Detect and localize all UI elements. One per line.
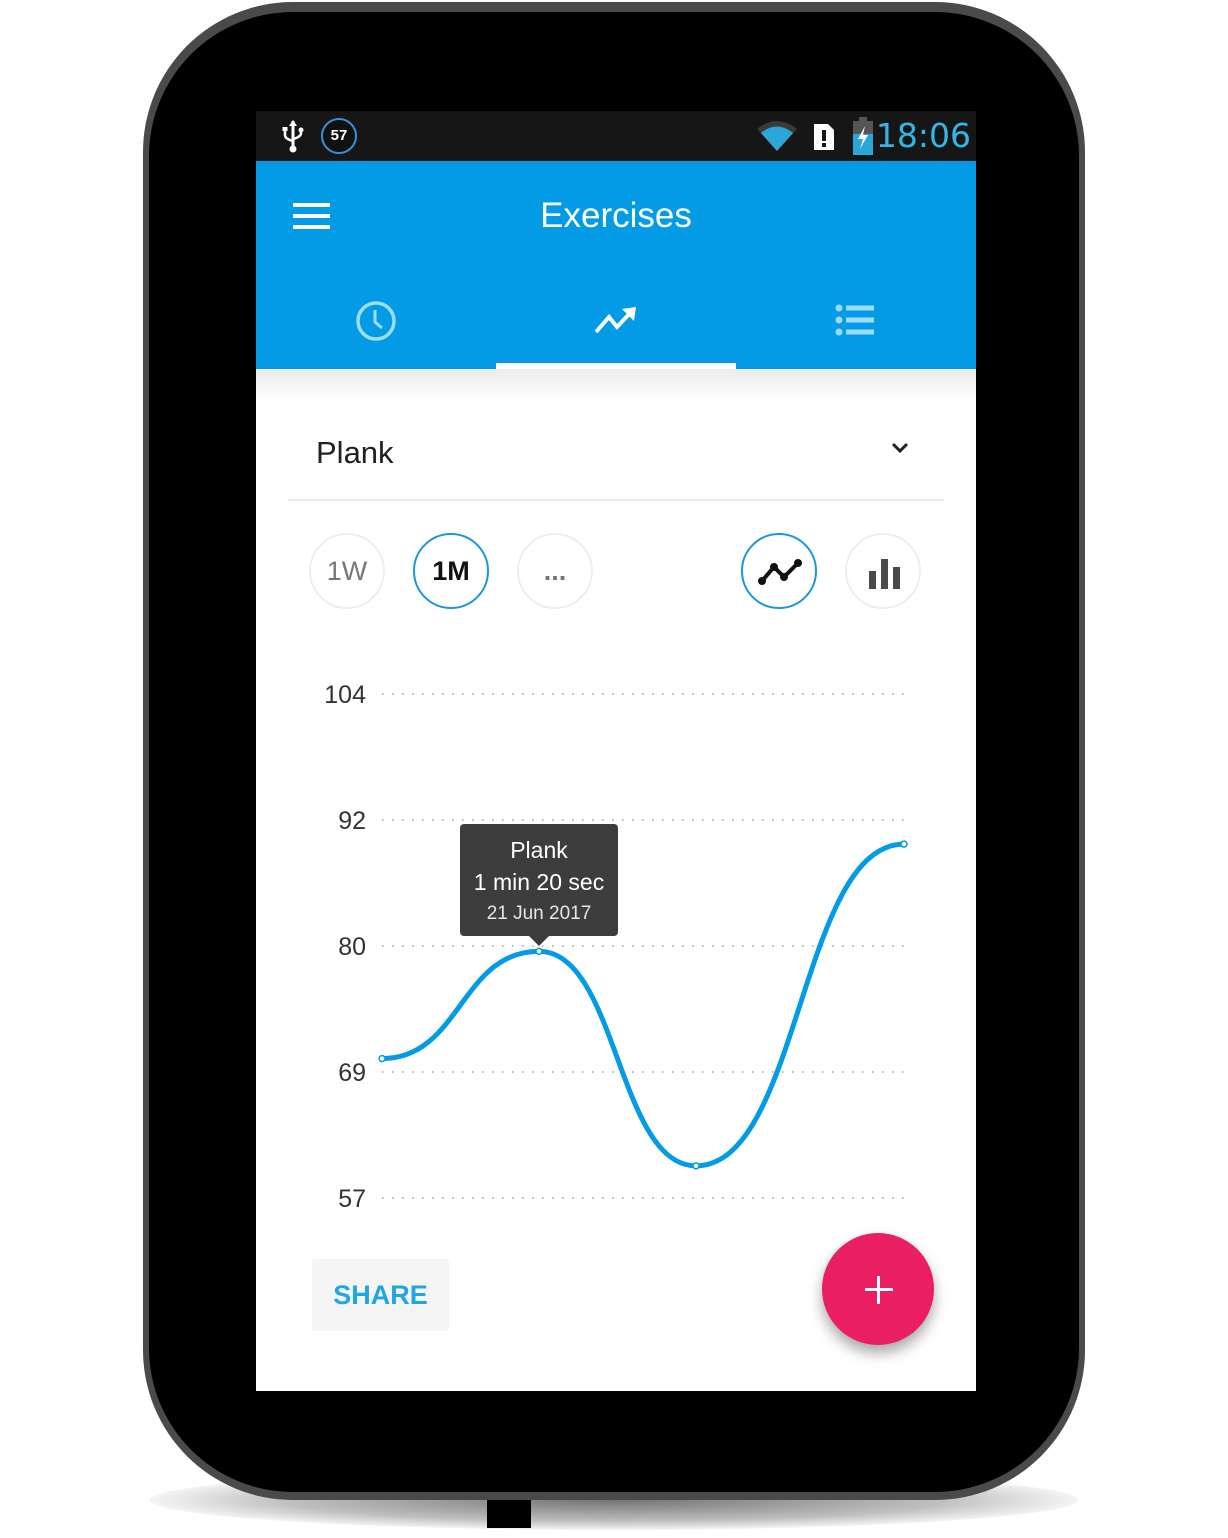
- trending-up-icon: [594, 307, 636, 334]
- y-tick-label: 92: [338, 807, 366, 835]
- sim-alert-icon: [814, 124, 834, 150]
- exercise-dropdown[interactable]: Plank: [288, 411, 944, 501]
- tooltip-title: Plank: [510, 837, 568, 863]
- list-icon: [835, 304, 874, 336]
- tooltip-date: 21 Jun 2017: [486, 903, 592, 924]
- range-1w-button[interactable]: 1W: [309, 533, 385, 609]
- status-time: 18:06: [875, 116, 971, 155]
- tab-history[interactable]: [256, 267, 496, 369]
- app-bar-shadow: [256, 369, 976, 403]
- bar-chart-toggle[interactable]: [845, 533, 921, 609]
- line-chart-toggle[interactable]: [741, 533, 817, 609]
- add-button[interactable]: [822, 1233, 934, 1345]
- range-more-button[interactable]: ...: [517, 533, 593, 609]
- tooltip-value: 1 min 20 sec: [473, 869, 605, 895]
- chevron-down-icon: [891, 442, 909, 454]
- y-tick-label: 69: [338, 1059, 366, 1087]
- data-point[interactable]: [378, 1054, 386, 1063]
- line-chart: 104 92 80 69 57: [324, 681, 908, 1213]
- chart-tooltip: Plank 1 min 20 sec 21 Jun 2017: [460, 824, 618, 946]
- battery-charging-icon: [853, 117, 873, 155]
- y-tick-label: 80: [338, 933, 366, 961]
- data-point[interactable]: [692, 1162, 700, 1170]
- usb-icon: [282, 120, 304, 153]
- tab-list[interactable]: [736, 267, 976, 369]
- y-tick-label: 104: [324, 681, 366, 709]
- screen: 57 18:06 Exercises Plank 1W 1M ... 104 9…: [256, 111, 976, 1391]
- page-title: Exercises: [540, 196, 692, 235]
- exercise-dropdown-value: Plank: [316, 435, 394, 470]
- tab-progress[interactable]: [496, 267, 736, 369]
- bar-chart-icon: [869, 559, 900, 589]
- range-1m-button[interactable]: 1M: [413, 533, 489, 609]
- data-point[interactable]: [535, 947, 543, 956]
- wifi-icon: [757, 121, 797, 151]
- notification-badge: 57: [321, 118, 357, 154]
- share-button[interactable]: SHARE: [312, 1259, 449, 1331]
- clock-icon: [356, 301, 396, 341]
- line-chart-icon: [758, 559, 802, 585]
- y-tick-label: 57: [338, 1185, 366, 1213]
- status-bar: 57 18:06: [256, 111, 976, 161]
- data-point[interactable]: [900, 840, 908, 848]
- app-bar: Exercises: [256, 161, 976, 369]
